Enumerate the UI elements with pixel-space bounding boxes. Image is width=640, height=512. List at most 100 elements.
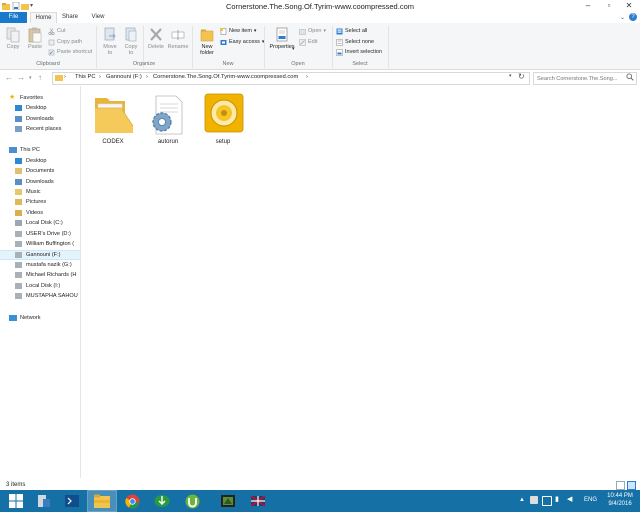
properties-dropdown-icon[interactable]: ▾ [292,46,295,52]
clock-date[interactable]: 9/4/2016 [603,501,637,507]
tab-share[interactable]: Share [57,12,83,23]
file-item-codex[interactable]: CODEX [88,92,138,148]
edit-button[interactable]: Edit [299,37,317,47]
copy-path-button[interactable]: Copy path [48,37,82,47]
nav-this-pc-label: This PC [20,147,40,153]
back-arrow-icon[interactable]: ← [5,73,13,82]
breadcrumb-current-folder[interactable]: Cornerstone.The.Song.Of.Tyrim-www.coompr… [153,74,298,80]
select-none-button[interactable]: Select none [336,37,374,47]
copy-to-label-2: to [128,50,134,56]
taskbar-file-explorer[interactable] [87,490,117,512]
tray-overflow-icon[interactable]: ▲ [519,497,525,503]
open-button[interactable]: Open ▾ [299,26,326,36]
media-icon [250,495,266,507]
taskbar-server-manager[interactable] [30,491,58,511]
clock-time[interactable]: 10:44 PM [603,493,637,499]
delete-button[interactable]: Delete [145,27,167,50]
taskbar-chrome[interactable] [118,491,146,511]
file-name: CODEX [102,139,124,145]
nav-mustafa-nazik[interactable]: mustafa nazik (G:) [0,260,80,270]
select-all-button[interactable]: Select all [336,26,367,36]
nav-documents[interactable]: Documents [0,166,80,176]
volume-icon[interactable]: ◀ [567,495,572,503]
minimize-button[interactable]: – [577,0,599,11]
recent-places-icon [15,126,22,132]
nav-william-buffington[interactable]: William Buffington ( [0,239,80,249]
nav-gannouni-f-label: Gannouni (F:) [26,252,61,258]
breadcrumb-gannouni[interactable]: Gannouni (F:) [106,74,142,80]
large-icons-view-icon[interactable] [627,481,636,490]
properties-icon [275,27,289,43]
move-to-button[interactable]: Move to [100,27,120,56]
new-folder-button[interactable]: New folder [196,27,218,56]
nav-local-disk-c[interactable]: Local Disk (C:) [0,218,80,228]
copy-to-button[interactable]: Copy to [121,27,141,56]
nav-this-pc[interactable]: This PC [0,145,80,155]
search-box[interactable] [533,72,637,85]
utorrent-icon [185,494,199,508]
refresh-icon[interactable]: ↻ [518,72,525,81]
forward-arrow-icon[interactable]: → [17,73,25,82]
cut-label: Cut [57,28,66,34]
start-button[interactable] [2,491,30,511]
maximize-button[interactable]: ▫ [598,0,620,11]
easy-access-button[interactable]: Easy access▾ [220,37,264,47]
taskbar-media[interactable] [244,491,272,511]
folder-icon [95,98,134,133]
recent-locations-chevron-icon[interactable]: ▾ [29,75,32,81]
rename-button[interactable]: Rename [167,27,189,50]
close-button[interactable]: ✕ [618,0,640,11]
nav-recent-places[interactable]: Recent places [0,124,80,134]
language-indicator[interactable]: ENG [584,497,597,503]
taskbar-internet-download-manager[interactable] [148,491,176,511]
nav-downloads-favorite-label: Downloads [26,116,54,122]
nav-music[interactable]: Music [0,187,80,197]
copy-path-label: Copy path [57,39,83,45]
nav-pictures[interactable]: Pictures [0,197,80,207]
taskbar-game[interactable] [214,491,242,511]
action-center-flag-icon[interactable] [530,496,538,504]
cut-button[interactable]: Cut [48,26,66,36]
tab-view[interactable]: View [85,12,111,23]
nav-downloads[interactable]: Downloads [0,177,80,187]
details-view-icon[interactable] [616,481,625,490]
nav-downloads-favorite[interactable]: Downloads [0,114,80,124]
taskbar-utorrent[interactable] [178,491,206,511]
file-item-autorun[interactable]: autorun [143,92,193,148]
file-item-setup[interactable]: setup [198,92,248,148]
invert-selection-button[interactable]: Invert selection [336,47,382,57]
paste-shortcut-button[interactable]: Paste shortcut [48,47,92,57]
downloads-icon [15,179,22,185]
expand-ribbon-icon[interactable]: ⌄ [620,14,625,21]
nav-network[interactable]: Network [0,313,80,323]
nav-videos[interactable]: Videos [0,208,80,218]
nav-mustapha-sahou[interactable]: MUSTAPHA SAHOU [0,291,80,301]
search-icon[interactable] [626,73,634,83]
new-group-label: New [222,61,234,67]
network-tray-icon[interactable]: ▮ [555,495,559,503]
nav-michael-richards[interactable]: Michael Richards (H [0,270,80,280]
rename-icon [171,27,185,43]
nav-mustafa-nazik-label: mustafa nazik (G:) [26,262,72,268]
search-input[interactable] [537,74,625,83]
nav-favorites[interactable]: ★ Favorites [0,93,80,103]
new-item-button[interactable]: New item ▾ [220,26,256,36]
breadcrumb-this-pc[interactable]: This PC [75,74,96,80]
nav-users-drive-d[interactable]: USER's Drive (D:) [0,229,80,239]
help-icon[interactable]: ? [629,13,637,21]
nav-gannouni-f[interactable]: Gannouni (F:) [0,250,80,260]
copy-button[interactable]: Copy [3,27,23,50]
nav-william-buffington-label: William Buffington ( [26,241,75,247]
tab-file[interactable]: File [0,12,27,23]
chevron-down-icon: ▾ [323,28,326,34]
nav-recent-places-label: Recent places [26,126,62,132]
nav-desktop[interactable]: Desktop [0,156,80,166]
nav-local-disk-i[interactable]: Local Disk (I:) [0,281,80,291]
nav-desktop-favorite[interactable]: Desktop [0,103,80,113]
address-history-chevron-icon[interactable]: ▾ [509,73,512,79]
taskbar-powershell[interactable] [58,491,86,511]
paste-button[interactable]: Paste [24,27,46,50]
installer-disc-icon [204,93,244,133]
device-icon[interactable] [542,496,552,506]
up-arrow-icon[interactable]: ↑ [38,73,42,82]
